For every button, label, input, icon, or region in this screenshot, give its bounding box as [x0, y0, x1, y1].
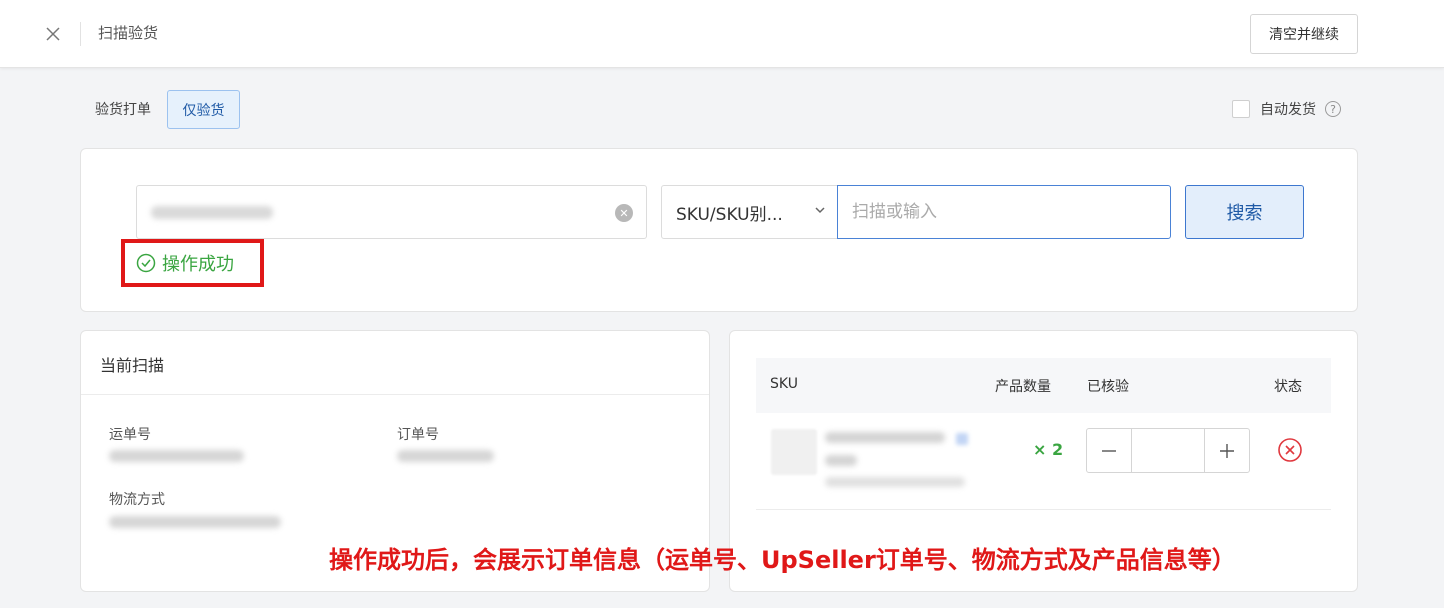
logistics-method-value-redacted	[109, 516, 281, 528]
search-button[interactable]: 搜索	[1185, 185, 1304, 239]
plus-icon[interactable]	[1205, 429, 1249, 472]
auto-ship-checkbox[interactable]	[1232, 100, 1250, 118]
page-title: 扫描验货	[98, 24, 159, 42]
product-thumbnail	[771, 429, 817, 475]
table-header: SKU 产品数量 已核验 状态	[756, 358, 1331, 413]
header-divider	[80, 22, 81, 46]
scan-input[interactable]: ✕	[136, 185, 647, 239]
order-number-label: 订单号	[397, 427, 439, 443]
row-divider	[756, 509, 1331, 510]
column-header-status: 状态	[1274, 379, 1302, 395]
sku-name-line2-redacted	[825, 455, 857, 466]
search-field-type-value: SKU/SKU别...	[676, 204, 783, 225]
clear-input-icon[interactable]: ✕	[615, 204, 633, 222]
clear-and-continue-button[interactable]: 清空并继续	[1250, 14, 1358, 54]
close-icon[interactable]	[42, 23, 64, 45]
column-header-quantity: 产品数量	[995, 379, 1051, 395]
auto-ship-toggle[interactable]: 自动发货 ?	[1232, 99, 1341, 119]
auto-ship-label: 自动发货	[1260, 102, 1316, 118]
keyword-input[interactable]	[837, 185, 1171, 239]
verified-quantity-stepper[interactable]	[1086, 428, 1250, 473]
column-header-sku: SKU	[770, 376, 798, 392]
top-bar: 扫描验货 清空并继续	[0, 0, 1444, 68]
current-scan-title: 当前扫描	[100, 356, 165, 375]
success-text: 操作成功	[162, 254, 234, 275]
mode-option-verify-print[interactable]: 验货打单	[95, 99, 151, 119]
search-card: ✕ SKU/SKU别... 搜索 操作成功	[80, 148, 1358, 312]
sku-variant-redacted	[825, 477, 965, 487]
help-icon[interactable]: ?	[1325, 101, 1341, 117]
tracking-number-label: 运单号	[109, 427, 151, 443]
product-quantity: × 2	[1033, 440, 1064, 459]
success-message: 操作成功	[121, 239, 264, 287]
mode-option-verify-only[interactable]: 仅验货	[167, 90, 240, 129]
minus-icon[interactable]	[1087, 429, 1131, 472]
chevron-down-icon	[815, 207, 825, 214]
divider	[81, 394, 709, 395]
annotation-text: 操作成功后，会展示订单信息（运单号、UpSeller订单号、物流方式及产品信息等…	[329, 546, 1236, 574]
search-field-type-select[interactable]: SKU/SKU别...	[661, 185, 838, 239]
check-circle-icon	[136, 253, 156, 273]
order-number-value-redacted	[397, 450, 494, 462]
copy-icon[interactable]	[956, 433, 968, 445]
sku-name-redacted	[825, 432, 945, 443]
verified-quantity-input[interactable]	[1131, 429, 1205, 472]
tracking-number-value-redacted	[109, 450, 244, 462]
error-circle-x-icon[interactable]	[1277, 437, 1303, 463]
logistics-method-label: 物流方式	[109, 492, 165, 508]
scan-input-value-redacted	[151, 206, 273, 219]
column-header-verified: 已核验	[1087, 379, 1129, 395]
